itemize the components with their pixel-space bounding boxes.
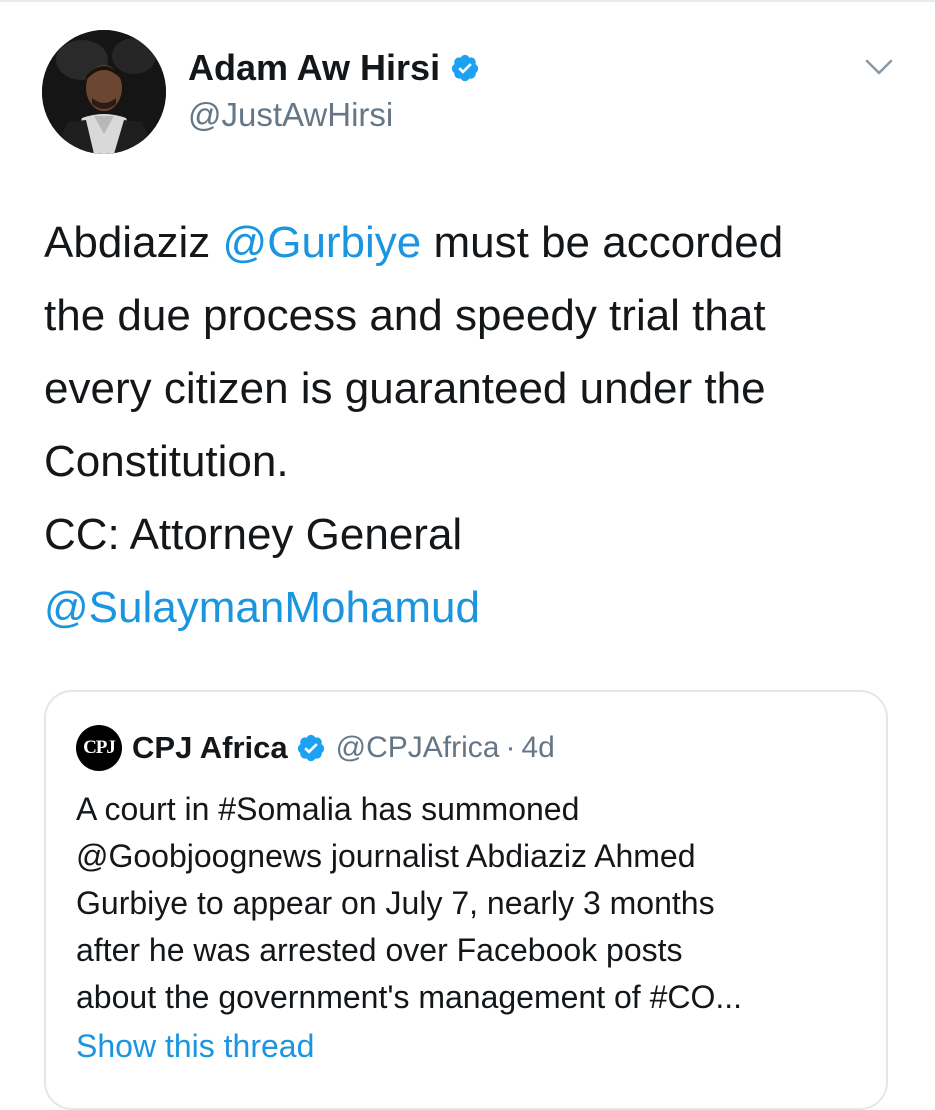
tweet-text-line: every citizen is guaranteed under the xyxy=(44,352,904,425)
quoted-tweet-time[interactable]: 4d xyxy=(521,731,554,765)
quoted-tweet-line: @Goobjoognews journalist Abdiaziz Ahmed xyxy=(76,838,696,874)
quoted-tweet-line: about the government's management of #CO… xyxy=(76,979,743,1015)
quoted-author-name[interactable]: CPJ Africa xyxy=(132,730,288,766)
verified-badge-icon xyxy=(297,734,324,762)
quoted-tweet-text: A court in #Somalia has summoned @Goobjoo… xyxy=(76,786,866,1021)
quoted-tweet-line: after he was arrested over Facebook post… xyxy=(76,932,683,968)
tweet-text-line: Constitution. xyxy=(44,425,904,498)
tweet-text-line: CC: Attorney General xyxy=(44,498,904,571)
tweet-text-line: @SulaymanMohamud xyxy=(44,571,904,644)
tweet-text-segment: every citizen is guaranteed under the xyxy=(44,364,766,413)
author-handle[interactable]: @JustAwHirsi xyxy=(188,95,393,135)
quoted-tweet-line: A court in #Somalia has summoned xyxy=(76,791,580,827)
tweet-text: Abdiaziz @Gurbiye must be accorded the du… xyxy=(44,206,904,644)
quoted-author-handle[interactable]: @CPJAfrica xyxy=(336,731,500,765)
verified-badge-icon xyxy=(451,54,479,82)
quoted-tweet-card[interactable]: CPJ CPJ Africa @CPJAfrica · 4d A court i… xyxy=(44,690,888,1110)
tweet-text-line: the due process and speedy trial that xyxy=(44,279,904,352)
mention-link[interactable]: @Gurbiye xyxy=(223,218,422,267)
mention-link[interactable]: @SulaymanMohamud xyxy=(44,583,480,632)
tweet-text-segment: the due process and speedy trial that xyxy=(44,291,766,340)
cpj-logo-avatar[interactable]: CPJ xyxy=(76,725,122,771)
tweet-text-segment: CC: Attorney General xyxy=(44,510,463,559)
quoted-tweet-line: Gurbiye to appear on July 7, nearly 3 mo… xyxy=(76,885,715,921)
quoted-tweet-header: CPJ CPJ Africa @CPJAfrica · 4d xyxy=(76,725,555,771)
author-name[interactable]: Adam Aw Hirsi xyxy=(188,48,480,88)
chevron-down-icon[interactable] xyxy=(862,50,896,84)
tweet-text-segment: must be accorded xyxy=(421,218,784,267)
tweet-text-line: Abdiaziz @Gurbiye must be accorded xyxy=(44,206,904,279)
tweet-text-segment: Abdiaziz xyxy=(44,218,223,267)
author-name-text[interactable]: Adam Aw Hirsi xyxy=(188,48,440,88)
author-avatar[interactable] xyxy=(42,30,166,154)
separator-dot: · xyxy=(505,731,516,764)
tweet-text-segment: Constitution. xyxy=(44,437,289,486)
show-thread-link[interactable]: Show this thread xyxy=(76,1026,314,1066)
top-divider xyxy=(0,0,935,2)
